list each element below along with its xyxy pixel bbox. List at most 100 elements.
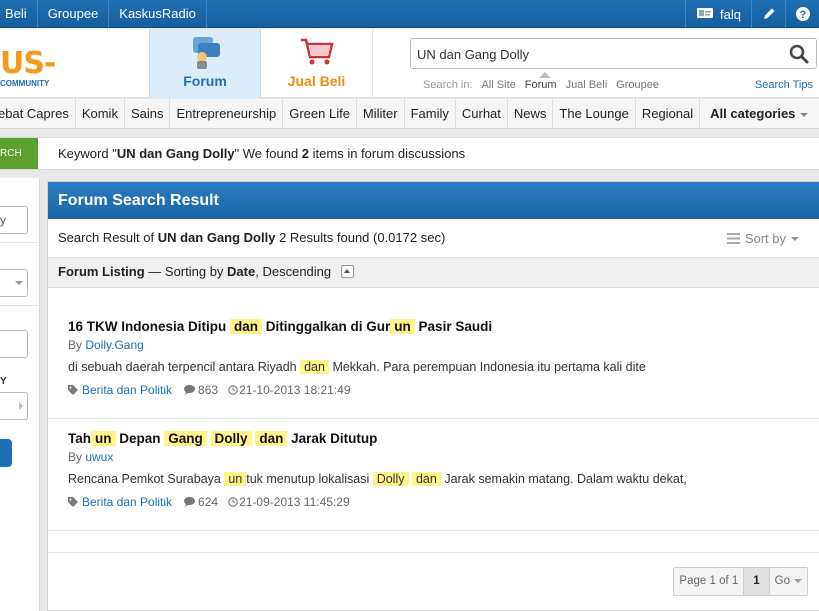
nav-jual-beli[interactable]: Beli [0,0,38,28]
category-entrepreneurship[interactable]: Entrepreneurship [170,99,284,128]
top-bar: Beli Groupee KaskusRadio falq ? [0,0,819,28]
category-debat-capres[interactable]: ebat Capres [0,99,76,128]
filter-select[interactable] [0,269,28,297]
category-link[interactable]: Berita dan Politik [82,495,172,509]
result-snippet: Rencana Pemkot Surabaya un tuk menutup lo… [68,472,687,486]
category-news[interactable]: News [508,99,554,128]
category-curhat[interactable]: Curhat [456,99,508,128]
chevron-down-icon [791,236,799,241]
chevron-right-icon [19,402,23,410]
nav-kaskusradio[interactable]: KaskusRadio [109,0,207,28]
result-meta: Berita dan Politik 624 21-09-2013 11:45:… [68,495,350,509]
snippet-text: di sebuah daerah terpencil antara Riyadh [68,360,301,374]
filter-input[interactable] [0,330,28,358]
tag-icon [68,497,78,507]
title-highlight: dan [255,431,288,446]
summary-text: Search Result of UN dan Gang Dolly 2 Res… [58,219,445,256]
username: falq [720,6,741,22]
filter-text-value: y [0,213,6,227]
listing-order: Descending [262,264,332,279]
title-text [207,431,211,446]
tab-forum-label: Forum [183,73,227,89]
filter-submit-button[interactable] [0,439,12,467]
pagination: Page 1 of 1 1 Go [673,567,808,596]
post-date: 21-10-2013 18:21:49 [239,383,351,397]
category-family[interactable]: Family [405,99,456,128]
scope-forum[interactable]: Forum [525,79,557,91]
edit-pencil-icon[interactable] [751,0,785,28]
category-link[interactable]: Berita dan Politik [82,383,172,397]
user-menu[interactable]: falq [685,0,751,28]
title-text: Pasir Saudi [414,319,493,334]
tab-forum[interactable]: Forum [149,29,261,98]
sort-label: Sort by [744,231,786,246]
chevron-down-icon [15,281,23,285]
search-in-label: Search in: [423,79,473,91]
go-label: Go [774,575,790,587]
result-title[interactable]: 16 TKW Indonesia Ditipu dan Ditinggalkan… [68,319,492,334]
author-link[interactable]: uwux [85,450,113,464]
title-text: 16 TKW Indonesia Ditipu [68,319,231,334]
search-tips-link[interactable]: Search Tips [755,79,813,91]
scope-all-site[interactable]: All Site [482,79,516,91]
result-item: Tah un Depan Gang Dolly dan Jarak Ditutup… [48,419,819,531]
tab-jual-beli[interactable]: Jual Beli [261,29,373,98]
all-categories-label: All categories [710,106,796,121]
result-meta: Berita dan Politik 863 21-10-2013 18:21:… [68,383,351,397]
author-link[interactable]: Dolly.Gang [85,338,143,352]
result-title[interactable]: Tah un Depan Gang Dolly dan Jarak Ditutup [68,431,377,446]
logo-subtitle: COMMUNITY [0,79,50,88]
all-categories-dropdown[interactable]: All categories [700,99,819,128]
comment-count: 624 [198,495,219,509]
filter-select-2[interactable] [0,392,28,420]
category-regional[interactable]: Regional [636,99,701,128]
snippet-highlight: dan [411,472,441,486]
sort-by-dropdown[interactable]: Sort by [726,231,799,246]
category-militer[interactable]: Militer [357,99,405,128]
search-icon[interactable] [788,43,810,65]
clock-icon [228,497,238,507]
category-green-life[interactable]: Green Life [283,99,357,128]
comment-icon [184,497,196,507]
forum-icon [185,35,225,74]
nav-groupee[interactable]: Groupee [38,0,110,28]
listing-dash: — Sorting by [144,264,228,279]
help-icon[interactable]: ? [785,0,819,28]
snippet-highlight: dan [300,360,329,374]
result-item: 16 TKW Indonesia Ditipu dan Ditinggalkan… [48,308,819,419]
snippet-text: Mekkah. Para perempuan Indonesia itu per… [328,360,646,374]
listing-label: Forum Listing [58,264,145,279]
snippet-highlight: Dolly [372,472,409,486]
shopping-cart-icon [297,35,337,72]
chevron-down-icon [800,112,809,117]
keyword-summary: Keyword "UN dan Gang Dolly" We found 2 i… [58,138,465,169]
tab-jual-beli-label: Jual Beli [287,73,346,89]
forum-listing-bar: Forum Listing — Sorting by Date, Descend… [48,258,819,288]
page-button-current[interactable]: 1 [743,568,770,595]
collapse-toggle-button[interactable] [340,265,354,279]
snippet-text: Jarak semakin matang. Dalam waktu dekat, [440,472,687,486]
scope-groupee[interactable]: Groupee [616,79,659,91]
keyword-count: 2 [301,146,310,161]
user-avatar-icon [696,6,714,23]
site-header: US- COMMUNITY Forum Jual Beli UN dan Gan… [0,29,819,98]
go-dropdown[interactable]: Go [770,568,807,595]
site-logo[interactable]: US- COMMUNITY [0,49,70,94]
panel-title: Forum Search Result [48,182,819,219]
snippet-highlight: un [224,472,247,486]
sidebar-divider [0,305,40,306]
title-text: Ditinggalkan di Gur [262,319,391,334]
title-highlight: Dolly [210,431,252,446]
filter-text-field[interactable]: y [0,206,28,234]
category-komik[interactable]: Komik [76,99,125,128]
category-sains[interactable]: Sains [125,99,171,128]
comment-count: 863 [198,383,219,397]
category-the-lounge[interactable]: The Lounge [553,99,636,128]
result-snippet: di sebuah daerah terpencil antara Riyadh… [68,360,646,374]
search-box [410,38,817,69]
comment-icon [184,385,196,395]
scope-jual-beli[interactable]: Jual Beli [566,79,608,91]
tag-icon [68,385,78,395]
search-input[interactable] [417,44,777,64]
title-text: Jarak Ditutup [287,431,378,446]
